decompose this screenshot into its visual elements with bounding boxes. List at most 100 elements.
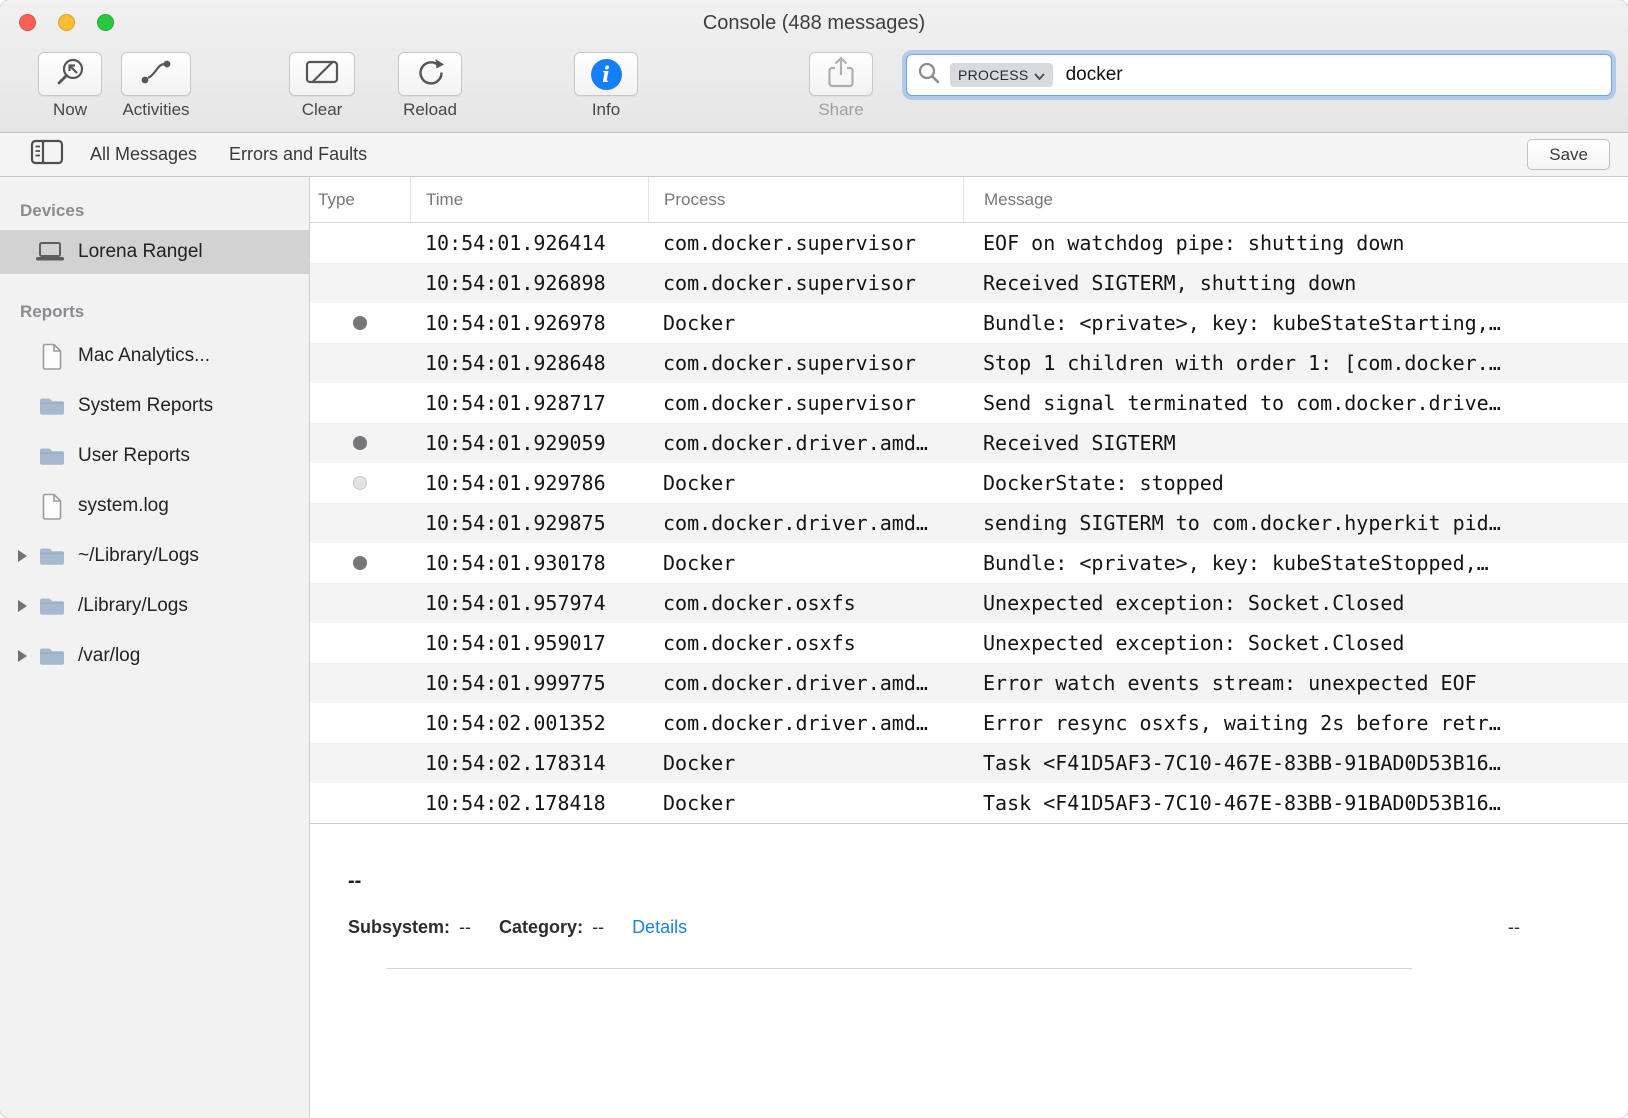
row-process: com.docker.supervisor <box>648 231 963 255</box>
share-button-label: Share <box>818 100 863 120</box>
now-button-label: Now <box>53 100 87 120</box>
clear-icon <box>304 57 340 92</box>
log-rows: 10:54:01.926414 com.docker.supervisor EO… <box>310 223 1628 824</box>
table-row[interactable]: 10:54:01.928648 com.docker.supervisor St… <box>310 343 1628 383</box>
table-row[interactable]: 10:54:01.929875 com.docker.driver.amd… s… <box>310 503 1628 543</box>
search-field[interactable]: PROCESS docker <box>906 54 1612 96</box>
row-message: Bundle: <private>, key: kubeStateStopped… <box>963 551 1628 575</box>
disclosure-triangle-icon[interactable] <box>10 550 34 562</box>
document-icon <box>37 343 67 370</box>
search-input-value[interactable]: docker <box>1066 64 1123 86</box>
titlebar[interactable]: Console (488 messages) <box>0 0 1628 46</box>
table-row[interactable]: 10:54:01.929059 com.docker.driver.amd… R… <box>310 423 1628 463</box>
disclosure-triangle-icon[interactable] <box>10 600 34 612</box>
sidebar-report-item[interactable]: /Library/Logs <box>0 581 309 631</box>
search-token-label: PROCESS <box>958 67 1029 83</box>
activities-icon <box>136 57 176 92</box>
row-time: 10:54:02.178418 <box>410 791 648 815</box>
row-message: DockerState: stopped <box>963 471 1628 495</box>
row-time: 10:54:01.928648 <box>410 351 648 375</box>
row-process: com.docker.driver.amd… <box>648 671 963 695</box>
row-process: Docker <box>648 751 963 775</box>
table-row[interactable]: 10:54:01.928717 com.docker.supervisor Se… <box>310 383 1628 423</box>
row-time: 10:54:01.959017 <box>410 631 648 655</box>
tab-errors-and-faults[interactable]: Errors and Faults <box>229 144 367 165</box>
column-header-time[interactable]: Time <box>410 177 648 222</box>
minimize-window-icon[interactable] <box>58 14 75 31</box>
window-title: Console (488 messages) <box>703 12 925 35</box>
search-icon <box>917 61 941 90</box>
row-time: 10:54:01.926414 <box>410 231 648 255</box>
search-scope-token[interactable]: PROCESS <box>950 63 1053 87</box>
now-button[interactable]: Now <box>38 52 102 120</box>
sidebar-report-item[interactable]: System Reports <box>0 381 309 431</box>
filter-bar: All Messages Errors and Faults Save <box>0 133 1628 177</box>
sidebar-item-label: /Library/Logs <box>78 595 188 617</box>
document-icon <box>37 493 67 520</box>
table-row[interactable]: 10:54:01.926978 Docker Bundle: <private>… <box>310 303 1628 343</box>
row-message: sending SIGTERM to com.docker.hyperkit p… <box>963 511 1628 535</box>
table-row[interactable]: 10:54:01.930178 Docker Bundle: <private>… <box>310 543 1628 583</box>
info-button[interactable]: i Info <box>574 52 638 120</box>
table-row[interactable]: 10:54:01.999775 com.docker.driver.amd… E… <box>310 663 1628 703</box>
sidebar-toggle-button[interactable] <box>30 138 64 171</box>
sidebar-report-item[interactable]: Mac Analytics... <box>0 331 309 381</box>
row-type-cell <box>310 316 410 330</box>
column-header-process[interactable]: Process <box>648 177 963 222</box>
log-level-dot <box>353 476 367 490</box>
zoom-window-icon[interactable] <box>97 14 114 31</box>
details-link[interactable]: Details <box>632 917 687 938</box>
row-time: 10:54:01.926898 <box>410 271 648 295</box>
sidebar-item-label: User Reports <box>78 445 190 467</box>
table-row[interactable]: 10:54:01.957974 com.docker.osxfs Unexpec… <box>310 583 1628 623</box>
table-row[interactable]: 10:54:02.001352 com.docker.driver.amd… E… <box>310 703 1628 743</box>
share-button[interactable]: Share <box>809 52 873 120</box>
reload-button[interactable]: Reload <box>398 52 462 120</box>
log-level-dot <box>353 436 367 450</box>
sidebar-report-item[interactable]: ~/Library/Logs <box>0 531 309 581</box>
row-time: 10:54:01.929786 <box>410 471 648 495</box>
row-time: 10:54:01.930178 <box>410 551 648 575</box>
sidebar-item-label: /var/log <box>78 645 140 667</box>
tab-all-messages[interactable]: All Messages <box>90 144 197 165</box>
row-message: Unexpected exception: Socket.Closed <box>963 631 1628 655</box>
content-area: Devices Lorena Rangel Reports Mac Analyt… <box>0 177 1628 1118</box>
laptop-icon <box>34 241 66 263</box>
table-row[interactable]: 10:54:01.926898 com.docker.supervisor Re… <box>310 263 1628 303</box>
folder-icon <box>37 545 67 567</box>
activities-button[interactable]: Activities <box>121 52 191 120</box>
row-process: com.docker.driver.amd… <box>648 511 963 535</box>
sidebar-item-device[interactable]: Lorena Rangel <box>0 230 309 274</box>
detail-pane: -- Subsystem: -- Category: -- Details -- <box>310 824 1628 969</box>
close-window-icon[interactable] <box>19 14 36 31</box>
column-header-type[interactable]: Type <box>310 177 410 222</box>
detail-divider <box>386 968 1412 969</box>
table-row[interactable]: 10:54:01.959017 com.docker.osxfs Unexpec… <box>310 623 1628 663</box>
sidebar-toggle-icon <box>30 138 64 171</box>
clear-button[interactable]: Clear <box>289 52 355 120</box>
column-header-message[interactable]: Message <box>963 177 1628 222</box>
table-row[interactable]: 10:54:02.178314 Docker Task <F41D5AF3-7C… <box>310 743 1628 783</box>
detail-title: -- <box>348 870 1520 893</box>
info-button-label: Info <box>592 100 620 120</box>
sidebar-report-item[interactable]: /var/log <box>0 631 309 681</box>
row-time: 10:54:01.928717 <box>410 391 648 415</box>
row-message: Error watch events stream: unexpected EO… <box>963 671 1628 695</box>
table-row[interactable]: 10:54:01.929786 Docker DockerState: stop… <box>310 463 1628 503</box>
row-time: 10:54:02.001352 <box>410 711 648 735</box>
log-level-dot <box>353 316 367 330</box>
sidebar-item-label: System Reports <box>78 395 213 417</box>
log-level-dot <box>353 556 367 570</box>
sidebar: Devices Lorena Rangel Reports Mac Analyt… <box>0 177 310 1118</box>
row-message: Task <F41D5AF3-7C10-467E-83BB-91BAD0D53B… <box>963 751 1628 775</box>
table-header: Type Time Process Message <box>310 177 1628 223</box>
table-row[interactable]: 10:54:01.926414 com.docker.supervisor EO… <box>310 223 1628 263</box>
save-button[interactable]: Save <box>1527 139 1610 170</box>
sidebar-report-item[interactable]: User Reports <box>0 431 309 481</box>
table-row[interactable]: 10:54:02.178418 Docker Task <F41D5AF3-7C… <box>310 783 1628 823</box>
row-type-cell <box>310 436 410 450</box>
clear-button-label: Clear <box>302 100 343 120</box>
disclosure-triangle-icon[interactable] <box>10 650 34 662</box>
row-type-cell <box>310 556 410 570</box>
sidebar-report-item[interactable]: system.log <box>0 481 309 531</box>
